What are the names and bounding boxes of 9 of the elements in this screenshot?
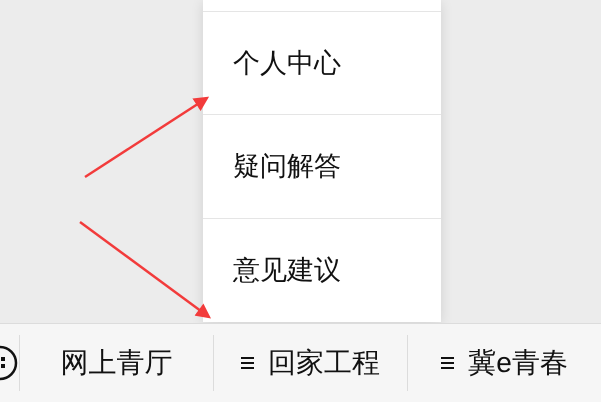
menu-item[interactable]: 疑问解答	[233, 146, 341, 187]
menu-bar-item[interactable]: 冀e青春	[468, 342, 568, 384]
keyboard-icon[interactable]	[0, 345, 18, 381]
menu-icon	[441, 356, 454, 370]
menu-icon	[241, 356, 254, 370]
menu-bar-item[interactable]: 回家工程	[268, 342, 380, 384]
menu-item[interactable]: 个人中心	[233, 42, 341, 84]
menu-item[interactable]: 意见建议	[233, 250, 341, 291]
menu-bar-item[interactable]: 网上青厅	[60, 342, 172, 384]
